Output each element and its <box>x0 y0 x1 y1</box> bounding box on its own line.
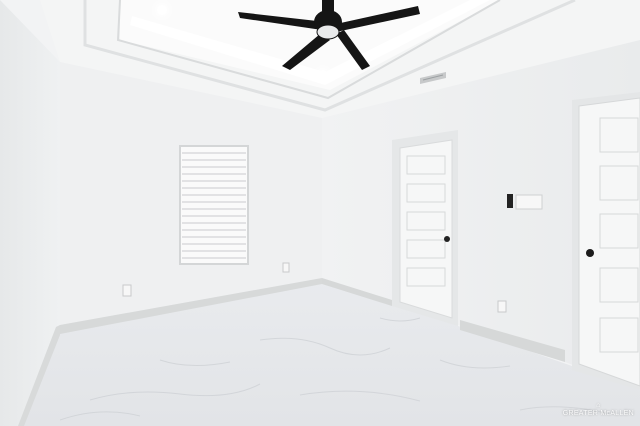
outlet <box>497 300 507 313</box>
door-knob-icon <box>586 249 594 257</box>
empty-room-photo: ⌂ GREATER McALLEN <box>0 0 640 426</box>
photo-watermark: ⌂ GREATER McALLEN <box>563 402 634 418</box>
closet-door <box>392 130 458 326</box>
outlet <box>122 284 132 297</box>
room-illustration <box>0 0 640 426</box>
outlet <box>282 262 290 273</box>
door-knob-icon <box>444 236 450 242</box>
recessed-light-icon <box>319 70 327 78</box>
recessed-light-icon <box>157 5 167 15</box>
house-logo-icon: ⌂ <box>596 402 601 409</box>
light-switch-plate <box>515 194 543 210</box>
watermark-text: GREATER McALLEN <box>562 410 634 417</box>
window-blinds <box>179 145 249 265</box>
entry-door <box>572 92 640 390</box>
thermostat <box>507 194 513 208</box>
